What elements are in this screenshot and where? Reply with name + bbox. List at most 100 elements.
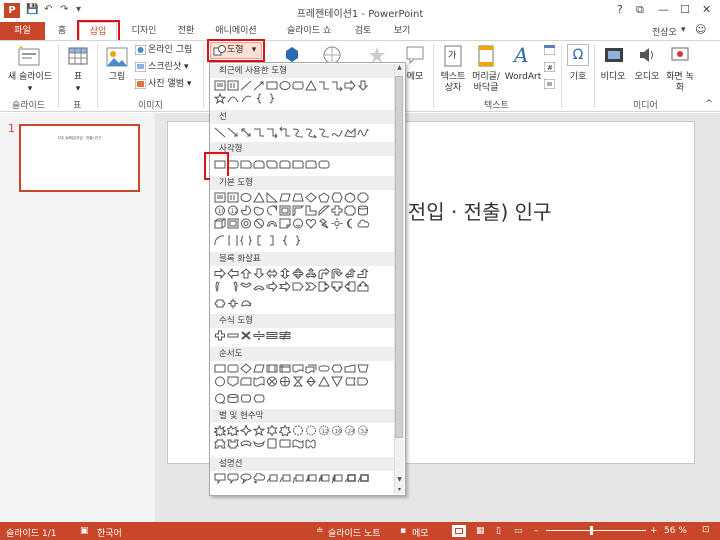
shape-rounded-rectangle[interactable]: [292, 80, 304, 91]
symbol-omega-icon[interactable]: Ω: [567, 44, 589, 66]
shape-curve[interactable]: [331, 127, 343, 138]
shape-round-single-corner[interactable]: [292, 159, 304, 170]
shape-left-brace[interactable]: [253, 93, 265, 104]
shape-line-callout-accent-2[interactable]: [318, 473, 330, 484]
slide-title-text[interactable]: (전입 · 전출) 인구: [400, 196, 551, 225]
fit-slide-icon[interactable]: ⊡: [702, 525, 710, 535]
shape-plus[interactable]: [214, 330, 226, 341]
shape-left-arrow-callout[interactable]: [344, 281, 356, 292]
shape-10-point-star[interactable]: [305, 425, 317, 436]
shape-curved-right-arrow[interactable]: [214, 281, 226, 292]
table-chevron-icon[interactable]: ▾: [73, 84, 83, 95]
shape-flowchart-manual-input[interactable]: [344, 363, 356, 374]
shape-right-arrow[interactable]: [214, 268, 226, 279]
minimize-icon[interactable]: —: [658, 3, 669, 16]
shape-pie[interactable]: [240, 205, 252, 216]
shape-elbow-double-arrow[interactable]: [279, 127, 291, 138]
memo-icon[interactable]: [406, 46, 424, 64]
shape-curved-connector[interactable]: [292, 127, 304, 138]
maximize-icon[interactable]: ☐: [680, 3, 690, 16]
account-name[interactable]: 전상오: [652, 25, 677, 38]
screenshot-icon[interactable]: [135, 62, 146, 72]
shape-flowchart-terminator[interactable]: [318, 363, 330, 374]
shape-freeform[interactable]: [344, 127, 356, 138]
shape-4-point-star[interactable]: [240, 425, 252, 436]
wordart-icon[interactable]: A: [512, 44, 532, 66]
close-icon[interactable]: ✕: [702, 3, 711, 16]
photo-album-icon[interactable]: [135, 79, 146, 89]
slide-sorter-icon[interactable]: ▦: [476, 526, 485, 536]
screenshot-button[interactable]: 스크린샷 ▾: [148, 62, 189, 73]
shape-parallelogram[interactable]: [279, 192, 291, 203]
zoom-level[interactable]: 56 %: [664, 526, 687, 536]
audio-button[interactable]: 오디오: [631, 72, 663, 83]
shape-elbow-arrow[interactable]: [331, 80, 343, 91]
shape-curved-arrow-connector[interactable]: [305, 127, 317, 138]
shape-up-ribbon[interactable]: [214, 438, 226, 449]
shape-cloud[interactable]: [357, 218, 369, 229]
shape-right-bracket[interactable]: [266, 235, 278, 246]
shape-heptagon[interactable]: [344, 192, 356, 203]
shape-curved-up-arrow[interactable]: [240, 281, 252, 292]
memo-button[interactable]: 메모: [404, 72, 426, 83]
shape-right-brace[interactable]: [292, 235, 304, 246]
shape-line-callout-border-2[interactable]: [357, 473, 369, 484]
shape-flowchart-card[interactable]: [240, 376, 252, 387]
shape-notched-right-arrow[interactable]: [279, 281, 291, 292]
shape-left-right-up-arrow[interactable]: [305, 268, 317, 279]
picture-icon[interactable]: [106, 47, 128, 67]
shape-left-brace[interactable]: [279, 235, 291, 246]
shape-hexagon[interactable]: [331, 192, 343, 203]
tab-design[interactable]: 디자인: [126, 22, 162, 40]
shape-6-point-star[interactable]: [266, 425, 278, 436]
online-picture-icon[interactable]: [135, 45, 146, 55]
shape-equal[interactable]: [266, 330, 278, 341]
shape-curved-double-arrow[interactable]: [318, 127, 330, 138]
shape-vertical-textbox[interactable]: [227, 80, 239, 91]
shape-cube[interactable]: [214, 218, 226, 229]
collapse-ribbon-icon[interactable]: ^: [703, 99, 715, 110]
screen-recording-icon[interactable]: [671, 46, 689, 64]
shape-flowchart-preparation[interactable]: [331, 363, 343, 374]
new-slide-icon[interactable]: [17, 46, 41, 68]
shape-snip-same-side[interactable]: [253, 159, 265, 170]
shape-cross[interactable]: [331, 205, 343, 216]
shape-block-arc[interactable]: [266, 218, 278, 229]
shape-flowchart-direct-access[interactable]: [240, 393, 252, 404]
slideshow-view-icon[interactable]: ▭: [514, 526, 523, 536]
wordart-button[interactable]: WordArt: [503, 72, 543, 83]
screen-recording-button[interactable]: 화면 녹화: [664, 72, 696, 94]
shape-flowchart-predefined-process[interactable]: [266, 363, 278, 374]
shape-round-same-side[interactable]: [305, 159, 317, 170]
shape-bevel[interactable]: [227, 218, 239, 229]
zoom-slider[interactable]: [546, 530, 646, 531]
table-button[interactable]: 표: [68, 72, 88, 83]
date-time-icon[interactable]: [544, 45, 555, 55]
shape-vertical-scroll[interactable]: [266, 438, 278, 449]
shape-line-callout-3[interactable]: [292, 473, 304, 484]
shape-can[interactable]: [357, 205, 369, 216]
shape-chevron[interactable]: [305, 281, 317, 292]
shape-down-ribbon[interactable]: [227, 438, 239, 449]
shape-up-arrow[interactable]: [240, 268, 252, 279]
comments-toggle[interactable]: 메모: [412, 526, 429, 539]
shape-flowchart-decision[interactable]: [240, 363, 252, 374]
shape-striped-right-arrow[interactable]: [266, 281, 278, 292]
new-slide-button[interactable]: 새 슬라이드: [5, 72, 55, 83]
shape-horizontal-scroll[interactable]: [279, 438, 291, 449]
tab-file[interactable]: 파일: [0, 22, 45, 40]
tab-review[interactable]: 검토: [350, 22, 376, 40]
shape-left-up-arrow[interactable]: [344, 268, 356, 279]
shape-diamond[interactable]: [305, 192, 317, 203]
audio-speaker-icon[interactable]: [638, 46, 656, 64]
tab-view[interactable]: 보기: [389, 22, 415, 40]
shape-quad-arrow[interactable]: [292, 268, 304, 279]
normal-view-icon[interactable]: [452, 525, 466, 537]
shape-line[interactable]: [214, 127, 226, 138]
scroll-end-icon[interactable]: ▾: [395, 486, 404, 494]
shape-division[interactable]: [253, 330, 265, 341]
shape-cloud-callout[interactable]: [253, 473, 265, 484]
shape-12-point-star[interactable]: 12: [318, 425, 330, 436]
shape-bent-arrow[interactable]: [318, 268, 330, 279]
shape-pentagon[interactable]: [318, 192, 330, 203]
